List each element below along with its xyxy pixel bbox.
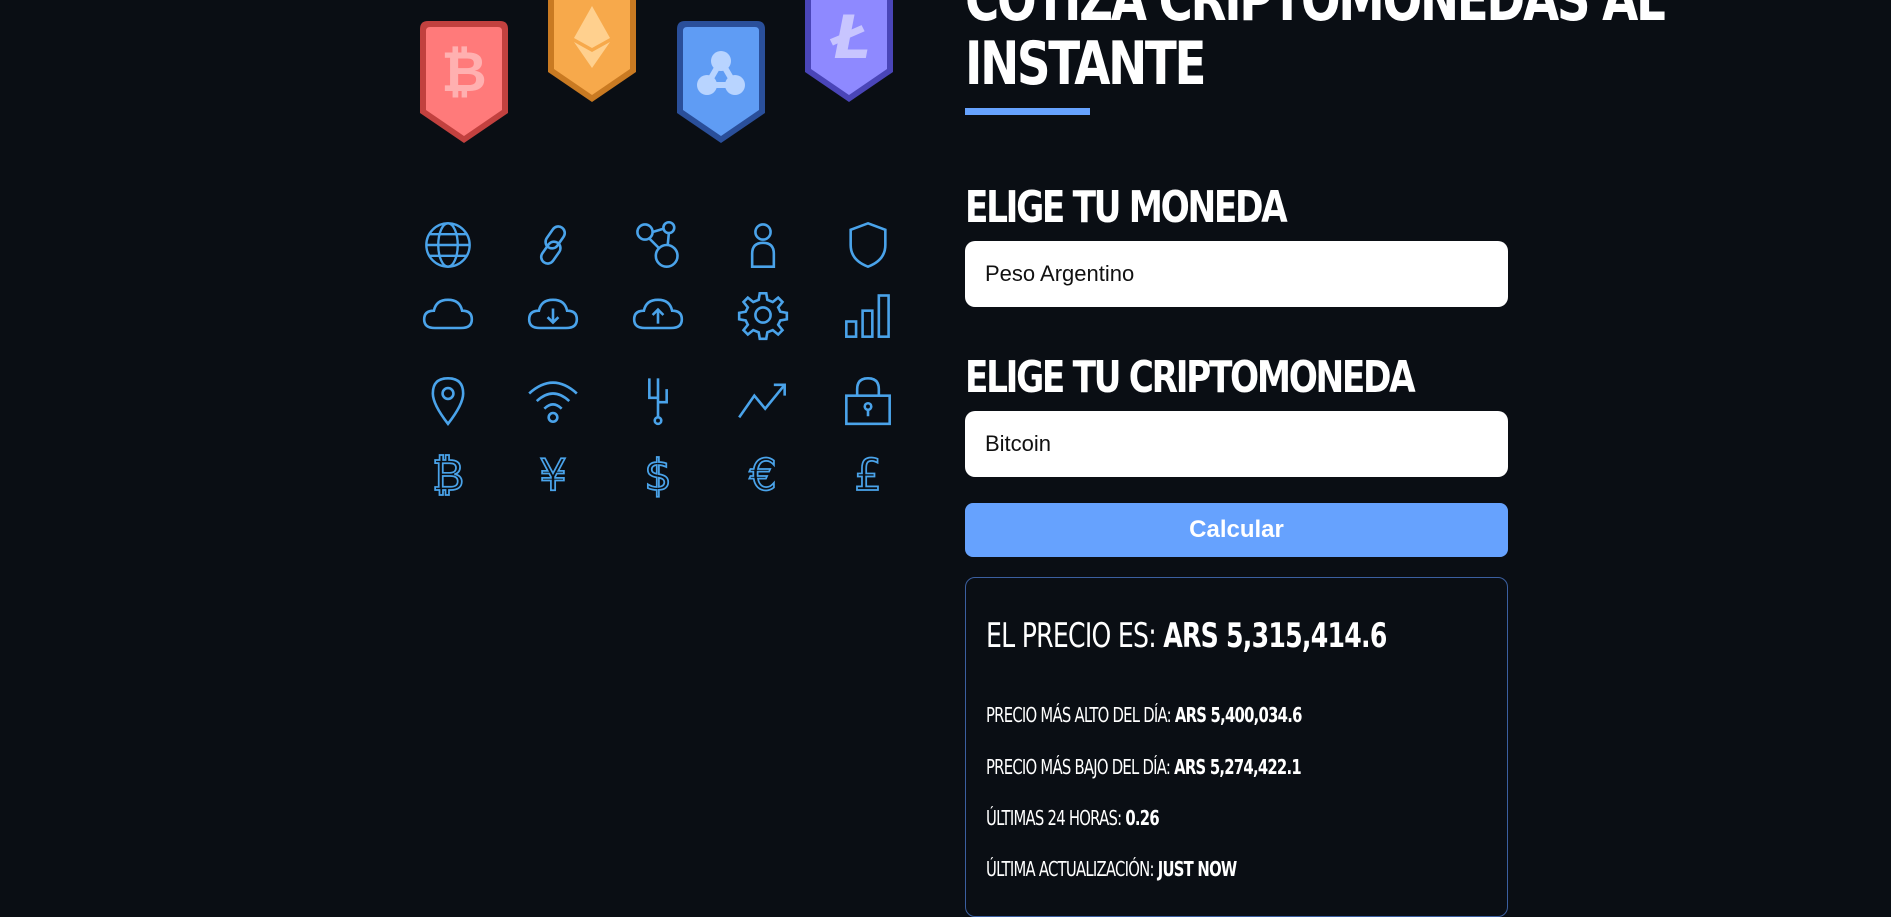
- svg-text:$: $: [644, 451, 672, 501]
- low-price-line: Precio más bajo del día: ARS 5,274,422.1: [986, 755, 1302, 779]
- svg-text:€: €: [749, 451, 777, 501]
- high-price-label: Precio más alto del día:: [986, 703, 1172, 727]
- page-title-line2: instante: [965, 29, 1206, 99]
- bitcoin-symbol-icon: ₿: [418, 445, 478, 505]
- last-update-value: Just now: [1157, 857, 1238, 881]
- svg-text:₿: ₿: [441, 40, 487, 105]
- last-update-line: Última Actualización: Just now: [986, 858, 1237, 880]
- change-24h-label: Últimas 24 horas:: [986, 806, 1122, 830]
- nodes-icon: [628, 215, 688, 275]
- globe-icon: [418, 215, 478, 275]
- crypto-select-value: Bitcoin: [985, 431, 1052, 456]
- page-title-line1: Cotiza criptomonedas al: [965, 0, 1666, 35]
- ethereum-badge-icon: [548, 0, 636, 102]
- title-underline: [965, 108, 1090, 115]
- change-24h-value: 0.26: [1125, 806, 1159, 830]
- trend-up-icon: [733, 370, 793, 430]
- high-price-line: Precio más alto del día: ARS 5,400,034.6: [986, 704, 1302, 726]
- circuit-icon: [628, 370, 688, 430]
- svg-text:£: £: [854, 451, 882, 501]
- change-24h-line: Últimas 24 horas: 0.26: [986, 806, 1160, 830]
- bitcoin-badge-icon: ₿: [420, 21, 508, 143]
- svg-text:Ł: Ł: [829, 3, 871, 73]
- shield-icon: [838, 215, 898, 275]
- currency-label: Elige tu Moneda: [965, 182, 1288, 233]
- low-price-label: Precio más bajo del día:: [986, 755, 1171, 779]
- gear-icon: [733, 285, 793, 345]
- padlock-icon: [838, 370, 898, 430]
- wifi-icon: [523, 370, 583, 430]
- currency-select-value: Peso Argentino: [985, 261, 1135, 286]
- price-value: ARS 5,315,414.6: [1163, 616, 1387, 656]
- cloud-icon: [418, 285, 478, 345]
- high-price-value: ARS 5,400,034.6: [1174, 703, 1303, 727]
- calculate-button[interactable]: Calcular: [965, 503, 1508, 557]
- yen-symbol-icon: ¥: [523, 445, 583, 505]
- low-price-value: ARS 5,274,422.1: [1174, 755, 1302, 779]
- dollar-symbol-icon: $: [628, 445, 688, 505]
- last-update-label: Última Actualización:: [986, 857, 1154, 881]
- price-label: El Precio es:: [986, 616, 1157, 656]
- crypto-select[interactable]: Bitcoin: [965, 411, 1508, 477]
- user-icon: [733, 215, 793, 275]
- location-pin-icon: [418, 370, 478, 430]
- pound-symbol-icon: £: [838, 445, 898, 505]
- price-line: El Precio es: ARS 5,315,414.6: [986, 618, 1387, 654]
- svg-text:¥: ¥: [539, 451, 567, 501]
- cloud-upload-icon: [628, 285, 688, 345]
- euro-symbol-icon: €: [733, 445, 793, 505]
- signal-bars-icon: [838, 285, 898, 345]
- crypto-label: Elige tu Criptomoneda: [965, 352, 1416, 403]
- cloud-download-icon: [523, 285, 583, 345]
- litecoin-badge-icon: Ł: [805, 0, 893, 102]
- svg-text:₿: ₿: [432, 451, 464, 501]
- link-icon: [523, 215, 583, 275]
- feature-icon-grid: ₿ ¥ $ € £: [410, 215, 910, 505]
- result-card: El Precio es: ARS 5,315,414.6 Precio más…: [965, 577, 1508, 917]
- currency-select[interactable]: Peso Argentino: [965, 241, 1508, 307]
- ripple-badge-icon: [677, 21, 765, 143]
